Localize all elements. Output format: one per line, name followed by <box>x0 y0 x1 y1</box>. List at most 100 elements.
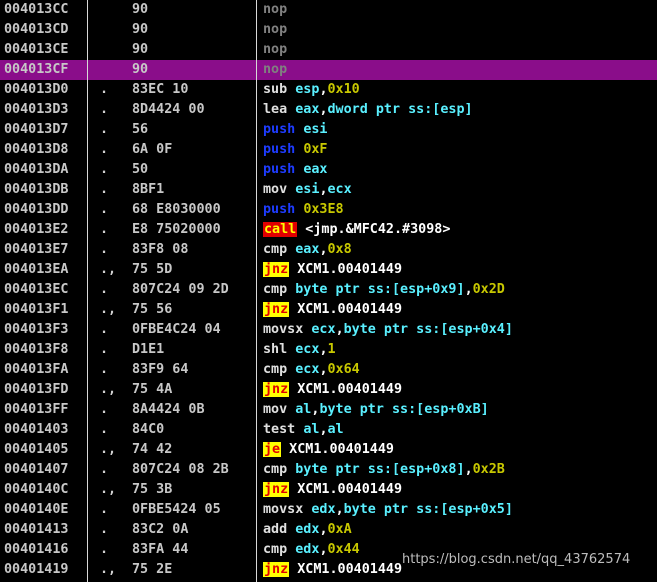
instruction-token: ecx <box>311 322 336 337</box>
instruction-token: je <box>263 442 282 457</box>
address-cell: 004013E2 <box>4 222 69 237</box>
disasm-row[interactable]: 004013E7. 83F8 08 cmp eax,0x8 <box>0 240 657 260</box>
instruction-cell: cmp byte ptr ss:[esp+0x8],0x2B <box>263 460 505 480</box>
instruction-cell: shl ecx,1 <box>263 340 336 360</box>
instruction-token: al <box>295 402 312 417</box>
jump-marker: ., <box>100 302 117 317</box>
instruction-token: ecx <box>295 362 320 377</box>
hex-bytes-cell: 75 4A <box>132 382 173 397</box>
disasm-row[interactable]: 004013EC. 807C24 09 2D cmp byte ptr ss:[es… <box>0 280 657 300</box>
disasm-row[interactable]: 004013E2. E8 75020000 call <jmp.&MFC42.#30… <box>0 220 657 240</box>
instruction-cell: je XCM1.00401449 <box>263 440 394 460</box>
instruction-token: cmp <box>263 242 296 257</box>
address-cell: 004013CC <box>4 2 69 17</box>
instruction-token: cmp <box>263 462 296 477</box>
disasm-row[interactable]: 004013DB. 8BF1 mov esi,ecx <box>0 180 657 200</box>
instruction-cell: jnz XCM1.00401449 <box>263 380 402 400</box>
hex-bytes-cell: 75 56 <box>132 302 173 317</box>
hex-bytes-cell: 74 42 <box>132 442 173 457</box>
disasm-row[interactable]: 004013CD 90 nop <box>0 20 657 40</box>
address-cell: 004013DD <box>4 202 69 217</box>
disasm-row[interactable]: 004013CC 90 nop <box>0 0 657 20</box>
instruction-token: , <box>335 322 344 337</box>
instruction-token: byte ptr ss:[esp+0xB] <box>319 402 489 417</box>
instruction-token: , <box>464 462 473 477</box>
disasm-row[interactable]: 00401407. 807C24 08 2B cmp byte ptr ss:[es… <box>0 460 657 480</box>
column-divider-address[interactable] <box>87 0 88 582</box>
instruction-token: mov <box>263 402 296 417</box>
jump-marker: ., <box>100 482 117 497</box>
hex-bytes-cell: 90 <box>132 22 149 37</box>
disasm-row[interactable]: 004013D0. 83EC 10 sub esp,0x10 <box>0 80 657 100</box>
instruction-token: XCM1.00401449 <box>281 442 394 457</box>
instruction-cell: nop <box>263 40 287 60</box>
instruction-token: , <box>319 422 328 437</box>
address-cell: 0040140C <box>4 482 69 497</box>
disasm-row[interactable]: 004013DD. 68 E8030000 push 0x3E8 <box>0 200 657 220</box>
column-divider-hex[interactable] <box>256 0 257 582</box>
jump-marker: . <box>100 342 109 357</box>
instruction-token: ecx <box>327 182 352 197</box>
disasm-row[interactable]: 004013F3. 0FBE4C24 04 movsx ecx,byte ptr s… <box>0 320 657 340</box>
instruction-token: , <box>319 542 328 557</box>
address-cell: 004013FD <box>4 382 69 397</box>
instruction-token: <jmp.&MFC42.#3098> <box>297 222 451 237</box>
hex-bytes-cell: 6A 0F <box>132 142 173 157</box>
disasm-row[interactable]: 0040140C., 75 3B jnz XCM1.00401449 <box>0 480 657 500</box>
instruction-cell: add edx,0xA <box>263 520 352 540</box>
instruction-token: , <box>319 82 328 97</box>
jump-marker: . <box>100 182 109 197</box>
instruction-token: , <box>319 362 328 377</box>
address-cell: 004013EC <box>4 282 69 297</box>
instruction-token: al <box>327 422 344 437</box>
jump-marker: ., <box>100 262 117 277</box>
jump-marker: . <box>100 202 109 217</box>
jump-marker: . <box>100 402 109 417</box>
disasm-row[interactable]: 004013F1., 75 56 jnz XCM1.00401449 <box>0 300 657 320</box>
instruction-token: 0x2B <box>472 462 505 477</box>
instruction-token: byte ptr ss:[esp+0x9] <box>295 282 465 297</box>
disasm-row[interactable]: 004013D7. 56 push esi <box>0 120 657 140</box>
hex-bytes-cell: 83C2 0A <box>132 522 189 537</box>
disasm-row[interactable]: 004013CF 90 nop <box>0 60 657 80</box>
disasm-row[interactable]: 004013DA. 50 push eax <box>0 160 657 180</box>
instruction-token: movsx <box>263 322 312 337</box>
disasm-row[interactable]: 004013FD., 75 4A jnz XCM1.00401449 <box>0 380 657 400</box>
hex-bytes-cell: 90 <box>132 62 149 77</box>
disasm-row[interactable]: 00401413. 83C2 0A add edx,0xA <box>0 520 657 540</box>
instruction-token: byte ptr ss:[esp+0x4] <box>343 322 513 337</box>
instruction-cell: cmp eax,0x8 <box>263 240 352 260</box>
disasm-row[interactable]: 0040140E. 0FBE5424 05 movsx edx,byte ptr s… <box>0 500 657 520</box>
disasm-row[interactable]: 004013EA., 75 5D jnz XCM1.00401449 <box>0 260 657 280</box>
disasm-row[interactable]: 004013FF. 8A4424 0B mov al,byte ptr ss:[es… <box>0 400 657 420</box>
jump-marker: . <box>100 162 109 177</box>
disasm-row[interactable]: 004013D3. 8D4424 00 lea eax,dword ptr ss:[… <box>0 100 657 120</box>
disasm-row[interactable]: 004013CE 90 nop <box>0 40 657 60</box>
instruction-token: eax <box>295 102 320 117</box>
instruction-token: sub <box>263 82 296 97</box>
hex-bytes-cell: E8 75020000 <box>132 222 221 237</box>
instruction-cell: cmp edx,0x44 <box>263 540 360 560</box>
disasm-row[interactable]: 00401403. 84C0 test al,al <box>0 420 657 440</box>
instruction-cell: movsx edx,byte ptr ss:[esp+0x5] <box>263 500 513 520</box>
instruction-token: mov <box>263 182 296 197</box>
instruction-token: nop <box>263 42 288 57</box>
disasm-row[interactable]: 00401405., 74 42 je XCM1.00401449 <box>0 440 657 460</box>
jump-marker: . <box>100 462 109 477</box>
disasm-row[interactable]: 004013D8. 6A 0F push 0xF <box>0 140 657 160</box>
instruction-token: cmp <box>263 282 296 297</box>
instruction-token: 0x2D <box>472 282 505 297</box>
instruction-token: , <box>464 282 473 297</box>
instruction-cell: push 0x3E8 <box>263 200 344 220</box>
instruction-token: byte ptr ss:[esp+0x8] <box>295 462 465 477</box>
instruction-token: push <box>263 202 304 217</box>
instruction-token: 0x3E8 <box>303 202 344 217</box>
instruction-token: 0xF <box>303 142 328 157</box>
instruction-cell: movsx ecx,byte ptr ss:[esp+0x4] <box>263 320 513 340</box>
jump-marker: . <box>100 282 109 297</box>
instruction-token: esp <box>295 82 320 97</box>
disasm-row[interactable]: 004013F8. D1E1 shl ecx,1 <box>0 340 657 360</box>
jump-marker: ., <box>100 562 117 577</box>
disasm-row[interactable]: 004013FA. 83F9 64 cmp ecx,0x64 <box>0 360 657 380</box>
jump-marker: . <box>100 102 109 117</box>
